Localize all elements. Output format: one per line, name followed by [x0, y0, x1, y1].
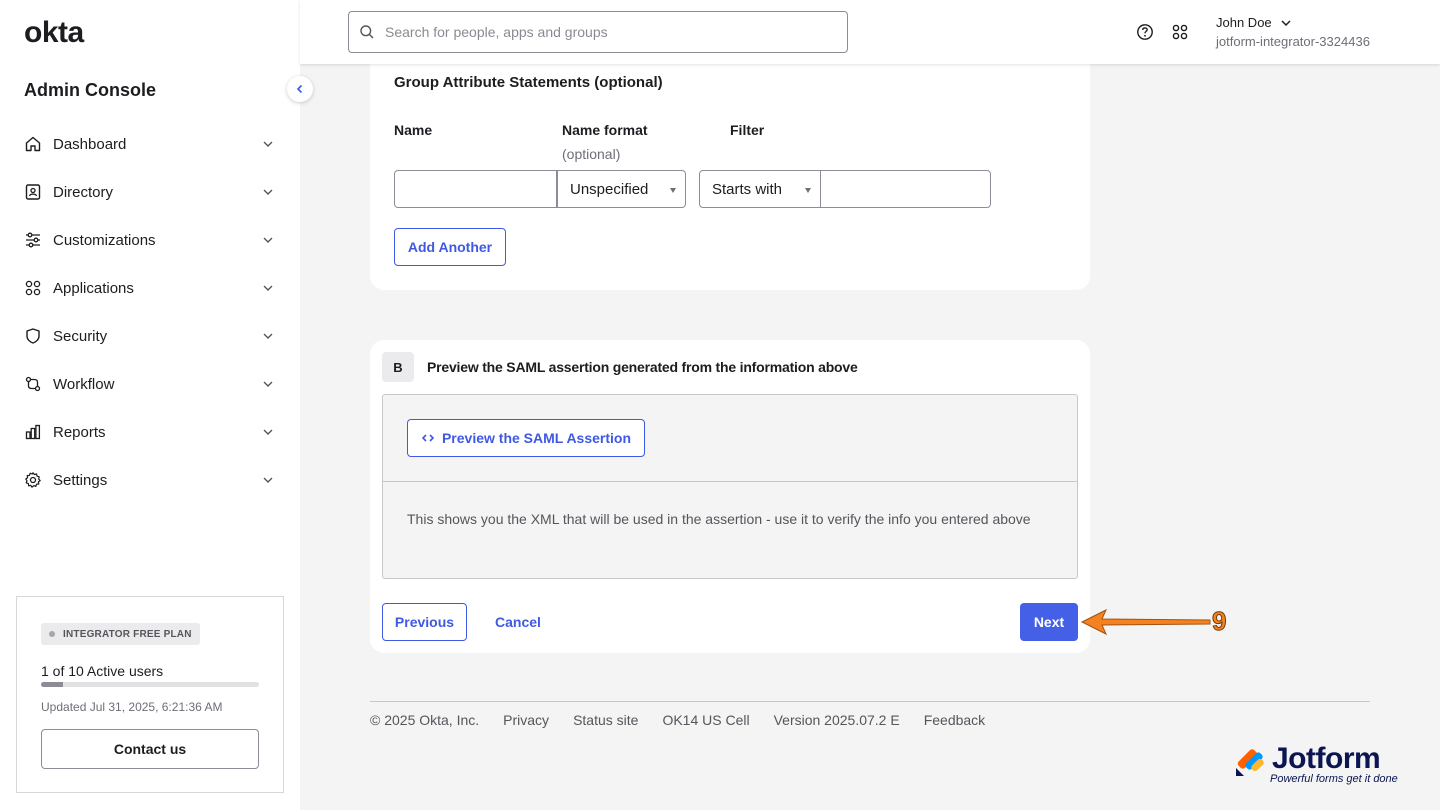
- sidebar-item-label: Dashboard: [53, 135, 127, 153]
- sidebar-item-settings[interactable]: Settings: [0, 456, 300, 504]
- grid-icon: [24, 279, 42, 297]
- attribute-name-input[interactable]: [394, 170, 557, 208]
- contact-us-button[interactable]: Contact us: [41, 729, 259, 769]
- help-icon[interactable]: [1136, 23, 1154, 41]
- annotation-step-number: 9: [1211, 606, 1227, 637]
- column-header-filter: Filter: [730, 122, 765, 138]
- user-org: jotform-integrator-3324436: [1216, 34, 1370, 49]
- sidebar-item-applications[interactable]: Applications: [0, 264, 300, 312]
- search-bar[interactable]: [348, 11, 848, 53]
- chevron-down-icon: [262, 282, 274, 294]
- jotform-logo-icon: [1236, 749, 1264, 776]
- directory-icon: [24, 183, 42, 201]
- workflow-icon: [24, 375, 42, 393]
- preview-panel: Preview the SAML Assertion This shows yo…: [382, 394, 1078, 579]
- preview-saml-button[interactable]: Preview the SAML Assertion: [407, 419, 645, 457]
- previous-button[interactable]: Previous: [382, 603, 467, 641]
- preview-description: This shows you the XML that will be used…: [407, 511, 1031, 527]
- dropdown-arrow-icon: [805, 188, 811, 193]
- jotform-watermark-name: Jotform: [1272, 742, 1381, 775]
- chevron-down-icon: [262, 378, 274, 390]
- sidebar-item-label: Settings: [53, 471, 108, 489]
- sidebar-item-dashboard[interactable]: Dashboard: [0, 120, 300, 168]
- footer-link-feedback[interactable]: Feedback: [924, 712, 985, 728]
- chevron-down-icon: [262, 186, 274, 198]
- code-icon: [421, 431, 435, 445]
- search-icon: [359, 24, 375, 40]
- name-format-value: Unspecified: [570, 180, 649, 198]
- name-format-select[interactable]: Unspecified: [557, 170, 686, 208]
- users-progress-bar: [41, 682, 259, 687]
- sidebar-item-customizations[interactable]: Customizations: [0, 216, 300, 264]
- sliders-icon: [24, 231, 42, 249]
- sidebar-item-label: Customizations: [53, 231, 156, 249]
- jotform-watermark-tagline: Powerful forms get it done: [1270, 773, 1398, 785]
- app-switcher-icon[interactable]: [1171, 23, 1189, 41]
- footer-copyright: © 2025 Okta, Inc.: [370, 712, 480, 728]
- chevron-down-icon: [262, 138, 274, 150]
- group-attribute-card: Group Attribute Statements (optional) Na…: [370, 40, 1090, 290]
- column-header-name-format: Name format: [562, 122, 648, 138]
- sidebar-item-reports[interactable]: Reports: [0, 408, 300, 456]
- plan-badge: INTEGRATOR FREE PLAN: [41, 623, 200, 645]
- sidebar-item-label: Directory: [53, 183, 114, 201]
- sidebar-nav: Dashboard Directory Customizations Appli…: [0, 120, 300, 504]
- filter-type-select[interactable]: Starts with: [699, 170, 821, 208]
- home-icon: [24, 135, 42, 153]
- divider: [383, 481, 1077, 482]
- dropdown-arrow-icon: [670, 188, 676, 193]
- annotation-arrow-icon: [1080, 608, 1211, 636]
- active-users-count: 1 of 10 Active users: [41, 663, 164, 679]
- sidebar-item-workflow[interactable]: Workflow: [0, 360, 300, 408]
- sidebar-item-label: Workflow: [53, 375, 115, 393]
- column-header-optional: (optional): [562, 146, 621, 162]
- sidebar-item-label: Security: [53, 327, 108, 345]
- sidebar: okta Admin Console Dashboard Directory C…: [0, 0, 300, 810]
- sidebar-item-label: Applications: [53, 279, 134, 297]
- chevron-down-icon[interactable]: [1280, 17, 1292, 29]
- search-input[interactable]: [385, 24, 825, 40]
- console-title: Admin Console: [24, 80, 157, 100]
- user-name[interactable]: John Doe: [1216, 15, 1272, 30]
- collapse-sidebar-button[interactable]: [287, 76, 313, 102]
- sidebar-item-security[interactable]: Security: [0, 312, 300, 360]
- footer-divider: [370, 701, 1370, 702]
- footer: © 2025 Okta, Inc. Privacy Status site OK…: [370, 712, 1009, 728]
- filter-value-input[interactable]: [820, 170, 991, 208]
- okta-logo[interactable]: okta: [24, 16, 84, 50]
- sidebar-item-label: Reports: [53, 423, 106, 441]
- chevron-down-icon: [262, 234, 274, 246]
- filter-type-value: Starts with: [712, 180, 783, 198]
- column-header-name: Name: [394, 122, 433, 138]
- cancel-button[interactable]: Cancel: [482, 603, 554, 641]
- footer-link-cell[interactable]: OK14 US Cell: [662, 712, 749, 728]
- preview-saml-label: Preview the SAML Assertion: [441, 430, 632, 446]
- preview-card: B Preview the SAML assertion generated f…: [370, 340, 1090, 653]
- step-title: Preview the SAML assertion generated fro…: [427, 359, 858, 375]
- top-header: John Doe jotform-integrator-3324436: [300, 0, 1440, 64]
- users-progress-fill: [41, 682, 63, 687]
- plan-card: INTEGRATOR FREE PLAN 1 of 10 Active user…: [16, 596, 284, 793]
- add-another-button[interactable]: Add Another: [394, 228, 506, 266]
- next-button[interactable]: Next: [1020, 603, 1078, 641]
- gear-icon: [24, 471, 42, 489]
- step-badge: B: [382, 352, 414, 382]
- chevron-down-icon: [262, 330, 274, 342]
- section-title: Group Attribute Statements (optional): [394, 74, 663, 91]
- shield-icon: [24, 327, 42, 345]
- footer-link-privacy[interactable]: Privacy: [503, 712, 549, 728]
- chevron-down-icon: [262, 474, 274, 486]
- sidebar-item-directory[interactable]: Directory: [0, 168, 300, 216]
- footer-link-status-site[interactable]: Status site: [573, 712, 638, 728]
- chevron-left-icon: [295, 84, 305, 94]
- footer-version: Version 2025.07.2 E: [773, 712, 900, 728]
- chevron-down-icon: [262, 426, 274, 438]
- bar-chart-icon: [24, 423, 42, 441]
- plan-updated-timestamp: Updated Jul 31, 2025, 6:21:36 AM: [41, 700, 223, 714]
